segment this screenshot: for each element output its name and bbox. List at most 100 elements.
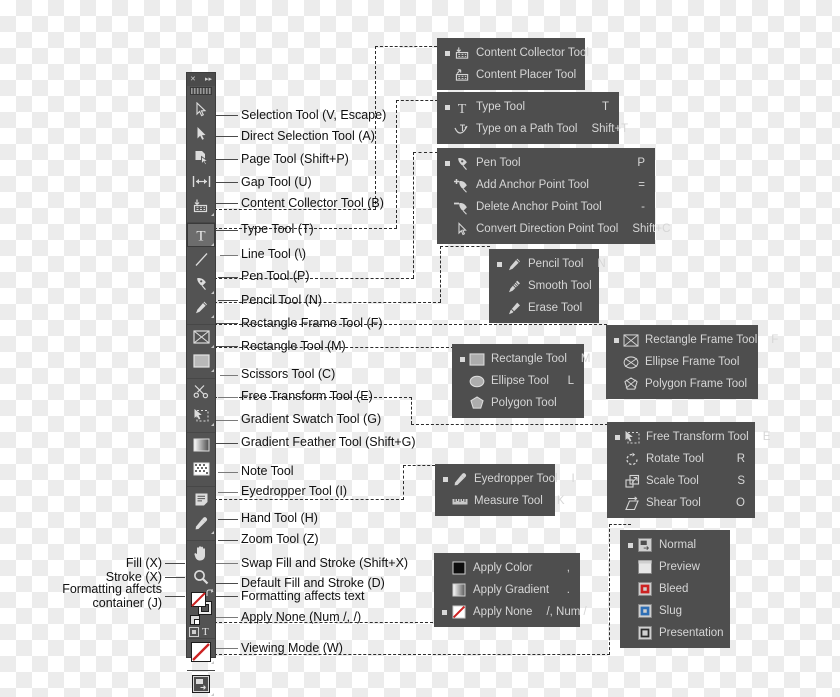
tool-button-free-transform[interactable] bbox=[187, 403, 215, 427]
connector bbox=[440, 246, 441, 302]
flyout-item[interactable]: Smooth Tool bbox=[495, 275, 592, 297]
magnifier-icon bbox=[193, 569, 209, 585]
flyout-eyedropper[interactable]: Eyedropper Tool I Measure Tool K bbox=[435, 464, 575, 516]
flyout-triangle-icon[interactable] bbox=[211, 345, 214, 348]
flyout-content-collector[interactable]: Content Collector Tool Content Placer To… bbox=[437, 38, 589, 90]
flyout-viewmode[interactable]: Normal Preview Bleed Slug Presentation bbox=[620, 530, 730, 648]
flyout-triangle-icon[interactable] bbox=[211, 531, 214, 534]
flyout-item[interactable]: Measure Tool K bbox=[441, 490, 565, 512]
flyout-item[interactable]: Shear Tool O bbox=[613, 492, 745, 514]
flyout-triangle-icon[interactable] bbox=[211, 423, 214, 426]
flyout-item[interactable]: Erase Tool bbox=[495, 297, 589, 319]
flyout-item[interactable]: Apply Gradient . bbox=[440, 579, 570, 601]
flyout-triangle-icon[interactable] bbox=[211, 661, 214, 664]
flyout-triangle-icon[interactable] bbox=[211, 315, 214, 318]
flyout-item[interactable]: Polygon Frame Tool bbox=[612, 373, 748, 395]
fill-stroke-proxy[interactable]: T bbox=[187, 589, 215, 638]
flyout-item[interactable]: Slug bbox=[626, 600, 720, 622]
connector bbox=[214, 499, 404, 500]
formatting-affects-container-icon[interactable] bbox=[189, 627, 199, 637]
flyout-triangle-icon[interactable] bbox=[211, 369, 214, 372]
flyout-item[interactable]: Pen Tool P bbox=[443, 152, 645, 174]
flyout-item[interactable]: Type on a Path Tool Shift+T bbox=[443, 118, 628, 140]
tool-button-hand[interactable] bbox=[187, 540, 215, 565]
tool-button-gap[interactable] bbox=[187, 169, 215, 193]
flyout-item-shortcut: R bbox=[736, 453, 745, 465]
flyout-item[interactable]: Bleed bbox=[626, 578, 720, 600]
tool-button-pen[interactable] bbox=[187, 271, 215, 295]
flyout-item[interactable]: Apply None /, Num / bbox=[440, 601, 587, 623]
normal-mode-icon[interactable] bbox=[192, 675, 210, 693]
flyout-triangle-icon[interactable] bbox=[211, 693, 214, 696]
apply-none-icon[interactable] bbox=[191, 642, 211, 662]
flyout-item[interactable]: Rotate Tool R bbox=[613, 448, 745, 470]
flyout-item[interactable]: Rectangle Frame Tool F bbox=[612, 329, 778, 351]
default-fill-stroke-icon[interactable] bbox=[190, 615, 200, 625]
tools-panel[interactable]: ✕ ▸▸ T T bbox=[186, 72, 216, 696]
leader-line bbox=[218, 492, 238, 493]
flyout-item[interactable]: Ellipse Frame Tool bbox=[612, 351, 748, 373]
tool-button-gradient-swatch[interactable] bbox=[187, 432, 215, 457]
tool-button-direct-selection[interactable] bbox=[187, 121, 215, 145]
flyout-transform[interactable]: Free Transform Tool E Rotate Tool R Scal… bbox=[607, 422, 770, 518]
selection-arrow-icon bbox=[195, 101, 208, 117]
flyout-item-label: Ellipse Frame Tool bbox=[645, 356, 740, 368]
flyout-item[interactable]: T Type Tool T bbox=[443, 96, 609, 118]
formatting-affects-row[interactable]: T bbox=[189, 626, 215, 638]
tool-button-apply-none[interactable] bbox=[187, 638, 215, 665]
leader-line bbox=[216, 596, 238, 597]
flyout-pen[interactable]: Pen Tool P Add Anchor Point Tool = Delet… bbox=[437, 148, 670, 244]
flyout-item[interactable]: Scale Tool S bbox=[613, 470, 745, 492]
tool-label-direct-selection: Direct Selection Tool (A) bbox=[241, 129, 375, 143]
flyout-item[interactable]: Ellipse Tool L bbox=[458, 370, 574, 392]
tool-button-line[interactable] bbox=[187, 247, 215, 271]
flyout-pencil[interactable]: Pencil Tool N Smooth Tool Erase Tool bbox=[489, 249, 606, 323]
flyout-item[interactable]: Polygon Tool bbox=[458, 392, 574, 414]
flyout-item[interactable]: Content Placer Tool bbox=[443, 64, 576, 86]
diagram-canvas: ✕ ▸▸ T T Selection Tool (V, Escape) Dire… bbox=[0, 0, 840, 696]
tool-button-zoom[interactable] bbox=[187, 565, 215, 589]
flyout-item[interactable]: Preview bbox=[626, 556, 720, 578]
collapse-icon[interactable]: ▸▸ bbox=[205, 76, 212, 83]
flyout-item[interactable]: Convert Direction Point Tool Shift+C bbox=[443, 218, 670, 240]
tools-panel-header[interactable]: ✕ ▸▸ bbox=[187, 73, 215, 86]
tool-button-scissors[interactable] bbox=[187, 378, 215, 403]
flyout-item[interactable]: Normal bbox=[626, 534, 720, 556]
flyout-item[interactable]: Apply Color , bbox=[440, 557, 570, 579]
tool-button-gradient-feather[interactable] bbox=[187, 457, 215, 481]
tool-button-note[interactable] bbox=[187, 486, 215, 511]
flyout-item[interactable]: Eyedropper Tool I bbox=[441, 468, 575, 490]
flyout-triangle-icon[interactable] bbox=[211, 243, 214, 246]
tool-button-eyedropper[interactable] bbox=[187, 511, 215, 535]
flyout-item[interactable]: Pencil Tool N bbox=[495, 253, 606, 275]
formatting-affects-text-icon[interactable]: T bbox=[202, 626, 209, 638]
free-transform-icon bbox=[622, 430, 642, 445]
tool-button-page[interactable] bbox=[187, 145, 215, 169]
tool-button-content-collector[interactable] bbox=[187, 193, 215, 217]
tool-button-pencil[interactable] bbox=[187, 295, 215, 319]
flyout-item[interactable]: Content Collector Tool bbox=[443, 42, 589, 64]
close-icon[interactable]: ✕ bbox=[190, 76, 196, 83]
flyout-triangle-icon[interactable] bbox=[211, 291, 214, 294]
leader-line bbox=[216, 617, 238, 618]
swap-fill-stroke-icon[interactable] bbox=[206, 589, 215, 598]
flyout-shape[interactable]: Rectangle Tool M Ellipse Tool L Polygon … bbox=[452, 344, 590, 418]
flyout-triangle-icon[interactable] bbox=[211, 213, 214, 216]
flyout-item[interactable]: Rectangle Tool M bbox=[458, 348, 590, 370]
flyout-frame[interactable]: Rectangle Frame Tool F Ellipse Frame Too… bbox=[606, 325, 778, 399]
flyout-item[interactable]: Presentation bbox=[626, 622, 724, 644]
tool-button-rectangle[interactable] bbox=[187, 349, 215, 373]
flyout-item[interactable]: Free Transform Tool E bbox=[613, 426, 770, 448]
flyout-type[interactable]: T Type Tool T Type on a Path Tool Shift+… bbox=[437, 92, 628, 144]
connector bbox=[396, 100, 397, 228]
tool-button-type[interactable]: T bbox=[187, 222, 215, 247]
tool-button-selection[interactable] bbox=[187, 97, 215, 121]
tool-button-rectangle-frame[interactable] bbox=[187, 324, 215, 349]
slug-mode-icon bbox=[635, 604, 655, 618]
flyout-item[interactable]: Add Anchor Point Tool = bbox=[443, 174, 645, 196]
flyout-item[interactable]: Delete Anchor Point Tool - bbox=[443, 196, 645, 218]
flyout-apply[interactable]: Apply Color , Apply Gradient . Apply Non… bbox=[434, 553, 587, 627]
fill-swatch[interactable] bbox=[191, 592, 206, 607]
tool-label-free-transform: Free Transform Tool (E) bbox=[241, 389, 373, 403]
drag-grip[interactable] bbox=[190, 87, 212, 95]
